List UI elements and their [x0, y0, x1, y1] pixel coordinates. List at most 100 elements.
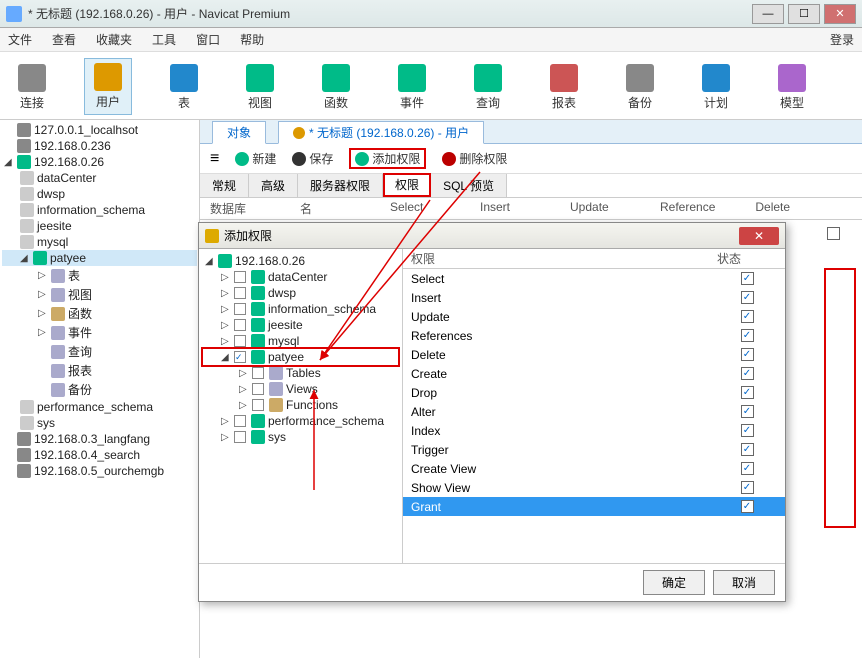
- permission-row[interactable]: Grant✓: [403, 497, 785, 516]
- tree-db[interactable]: ▷mysql: [203, 333, 398, 349]
- tree-server[interactable]: ◢192.168.0.26: [203, 253, 398, 269]
- checkbox[interactable]: [252, 383, 264, 395]
- tree-server[interactable]: ◢192.168.0.26: [2, 154, 197, 170]
- tree-backups[interactable]: 备份: [2, 380, 197, 399]
- ribbon-query[interactable]: 查询: [464, 60, 512, 115]
- permission-row[interactable]: References✓: [403, 326, 785, 345]
- checkbox[interactable]: [252, 399, 264, 411]
- checkbox-checked[interactable]: ✓: [741, 348, 754, 361]
- cancel-button[interactable]: 取消: [713, 570, 775, 595]
- permission-row[interactable]: Index✓: [403, 421, 785, 440]
- tree-views[interactable]: ▷视图: [2, 285, 197, 304]
- checkbox-checked[interactable]: ✓: [741, 291, 754, 304]
- tree-server[interactable]: 192.168.0.236: [2, 138, 197, 154]
- permission-row[interactable]: Insert✓: [403, 288, 785, 307]
- new-button[interactable]: 新建: [235, 150, 276, 167]
- tree-db[interactable]: ▷dwsp: [203, 285, 398, 301]
- menu-help[interactable]: 帮助: [240, 31, 264, 48]
- ribbon-event[interactable]: 事件: [388, 60, 436, 115]
- tree-queries[interactable]: 查询: [2, 342, 197, 361]
- tree-db[interactable]: ▷dataCenter: [203, 269, 398, 285]
- maximize-button[interactable]: ☐: [788, 4, 820, 24]
- checkbox[interactable]: [234, 303, 246, 315]
- ribbon-table[interactable]: 表: [160, 60, 208, 115]
- tab-sql-preview[interactable]: SQL 预览: [431, 174, 507, 197]
- checkbox-checked[interactable]: ✓: [741, 272, 754, 285]
- tab-permission[interactable]: 权限: [383, 173, 431, 197]
- tree-db[interactable]: mysql: [2, 234, 197, 250]
- tree-server[interactable]: 192.168.0.5_ourchemgb: [2, 463, 197, 479]
- menu-fav[interactable]: 收藏夹: [96, 31, 132, 48]
- tree-views[interactable]: ▷Views: [203, 381, 398, 397]
- tree-server[interactable]: 127.0.0.1_localhsot: [2, 122, 197, 138]
- permission-row[interactable]: Create✓: [403, 364, 785, 383]
- tab-advanced[interactable]: 高级: [249, 174, 298, 197]
- menu-view[interactable]: 查看: [52, 31, 76, 48]
- checkbox[interactable]: [234, 431, 246, 443]
- checkbox-checked[interactable]: ✓: [741, 405, 754, 418]
- permission-row[interactable]: Drop✓: [403, 383, 785, 402]
- checkbox[interactable]: [234, 335, 246, 347]
- checkbox-checked[interactable]: ✓: [741, 386, 754, 399]
- tree-db[interactable]: sys: [2, 415, 197, 431]
- tree-db-patyee[interactable]: ◢patyee: [2, 250, 197, 266]
- checkbox[interactable]: [234, 287, 246, 299]
- checkbox[interactable]: [234, 319, 246, 331]
- ribbon-plan[interactable]: 计划: [692, 60, 740, 115]
- tree-db[interactable]: ▷performance_schema: [203, 413, 398, 429]
- permission-row[interactable]: Show View✓: [403, 478, 785, 497]
- permission-row[interactable]: Update✓: [403, 307, 785, 326]
- tree-db[interactable]: ▷information_schema: [203, 301, 398, 317]
- tree-db-patyee[interactable]: ◢patyee: [203, 349, 398, 365]
- ribbon-model[interactable]: 模型: [768, 60, 816, 115]
- checkbox[interactable]: [827, 227, 840, 240]
- minimize-button[interactable]: —: [752, 4, 784, 24]
- checkbox-checked[interactable]: ✓: [741, 424, 754, 437]
- menu-window[interactable]: 窗口: [196, 31, 220, 48]
- tab-general[interactable]: 常规: [200, 174, 249, 197]
- tree-events[interactable]: ▷事件: [2, 323, 197, 342]
- permission-row[interactable]: Delete✓: [403, 345, 785, 364]
- close-button[interactable]: ✕: [824, 4, 856, 24]
- menu-file[interactable]: 文件: [8, 31, 32, 48]
- checkbox[interactable]: [252, 367, 264, 379]
- delete-permission-button[interactable]: 删除权限: [442, 150, 507, 167]
- tree-db[interactable]: dwsp: [2, 186, 197, 202]
- checkbox-checked[interactable]: ✓: [741, 500, 754, 513]
- tree-functions[interactable]: ▷Functions: [203, 397, 398, 413]
- tab-objects[interactable]: 对象: [212, 121, 266, 144]
- checkbox-checked[interactable]: ✓: [741, 462, 754, 475]
- tree-db[interactable]: jeesite: [2, 218, 197, 234]
- tree-db[interactable]: information_schema: [2, 202, 197, 218]
- connections-tree[interactable]: 127.0.0.1_localhsot 192.168.0.236 ◢192.1…: [0, 120, 200, 658]
- checkbox[interactable]: [234, 271, 246, 283]
- tree-db[interactable]: performance_schema: [2, 399, 197, 415]
- tree-functions[interactable]: ▷函数: [2, 304, 197, 323]
- permission-row[interactable]: Create View✓: [403, 459, 785, 478]
- tree-db[interactable]: ▷sys: [203, 429, 398, 445]
- checkbox-checked[interactable]: ✓: [741, 367, 754, 380]
- ribbon-report[interactable]: 报表: [540, 60, 588, 115]
- menu-tools[interactable]: 工具: [152, 31, 176, 48]
- tree-db[interactable]: dataCenter: [2, 170, 197, 186]
- ribbon-backup[interactable]: 备份: [616, 60, 664, 115]
- checkbox[interactable]: [234, 415, 246, 427]
- ribbon-connection[interactable]: 连接: [8, 60, 56, 115]
- add-permission-button[interactable]: 添加权限: [349, 148, 426, 169]
- checkbox-checked[interactable]: [234, 351, 246, 363]
- permission-row[interactable]: Alter✓: [403, 402, 785, 421]
- dialog-db-tree[interactable]: ◢192.168.0.26 ▷dataCenter ▷dwsp ▷informa…: [199, 249, 403, 563]
- tree-reports[interactable]: 报表: [2, 361, 197, 380]
- menu-login[interactable]: 登录: [830, 31, 854, 48]
- tab-user-editor[interactable]: * 无标题 (192.168.0.26) - 用户: [278, 121, 484, 144]
- checkbox-checked[interactable]: ✓: [741, 310, 754, 323]
- checkbox-checked[interactable]: ✓: [741, 443, 754, 456]
- ribbon-view[interactable]: 视图: [236, 60, 284, 115]
- menu-icon[interactable]: ≡: [210, 150, 219, 168]
- permission-row[interactable]: Select✓: [403, 269, 785, 288]
- tree-server[interactable]: 192.168.0.4_search: [2, 447, 197, 463]
- tree-server[interactable]: 192.168.0.3_langfang: [2, 431, 197, 447]
- tree-db[interactable]: ▷jeesite: [203, 317, 398, 333]
- ribbon-user[interactable]: 用户: [84, 58, 132, 115]
- tree-tables[interactable]: ▷表: [2, 266, 197, 285]
